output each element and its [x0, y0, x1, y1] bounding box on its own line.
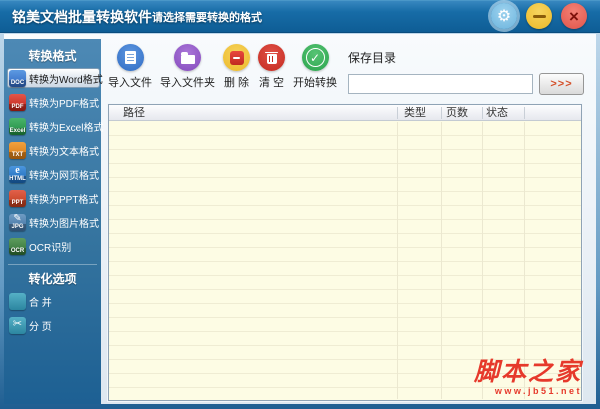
minimize-button[interactable] — [526, 3, 552, 29]
watermark: 脚本之家 www.jb51.net — [474, 359, 582, 396]
title-bar: 铭美文档批量转换软件 请选择需要转换的格式 ⚙ × — [0, 0, 600, 33]
close-button[interactable]: × — [561, 3, 587, 29]
app-title: 铭美文档批量转换软件 — [12, 9, 152, 25]
pdf-icon: PDF — [9, 93, 26, 111]
sidebar-item-label: 转换为文本格式 — [29, 146, 99, 158]
sidebar-item-label: OCR识别 — [29, 242, 72, 254]
sidebar-item-label: 转换为PPT格式 — [29, 194, 99, 206]
watermark-title: 脚本之家 — [473, 357, 582, 386]
check-icon: ✓ — [301, 44, 329, 71]
sidebar-item-split[interactable]: ✂ 分 页 — [8, 315, 100, 335]
minimize-icon — [532, 14, 546, 18]
column-separator — [482, 107, 483, 119]
sidebar-item-merge[interactable]: 合 并 — [8, 291, 100, 311]
sidebar-item-html[interactable]: e HTML 转换为网页格式 — [8, 164, 100, 184]
trash-icon — [258, 44, 285, 71]
txt-icon: TXT — [9, 141, 26, 159]
sidebar-item-label: 转换为网页格式 — [29, 170, 99, 182]
column-grid-line — [441, 122, 442, 399]
html-icon: e HTML — [9, 165, 26, 183]
format-section-title: 转换格式 — [28, 49, 77, 63]
gear-icon: ⚙ — [496, 8, 512, 25]
save-directory-panel: 保存目录 >>> — [348, 49, 584, 95]
sidebar-divider — [8, 264, 97, 265]
settings-button[interactable]: ⚙ — [491, 3, 517, 29]
sidebar-item-label: 转换为图片格式 — [29, 218, 99, 230]
delete-icon — [223, 44, 250, 71]
merge-icon — [9, 292, 26, 310]
import-file-button[interactable]: 导入文件 — [108, 44, 152, 90]
ocr-icon: OCR — [9, 237, 26, 255]
column-header-pages[interactable]: 页数 — [446, 105, 468, 121]
content-area: 转换格式 DOC 转换为Word格式 PDF 转换为PDF格式 Excel 转换… — [4, 34, 596, 404]
sidebar-item-pdf[interactable]: PDF 转换为PDF格式 — [8, 92, 100, 112]
import-file-icon — [116, 44, 144, 71]
delete-button[interactable]: 删 除 — [223, 44, 250, 90]
ppt-icon: PPT — [9, 189, 26, 207]
sidebar-item-label: 合 并 — [29, 297, 52, 309]
column-header-type[interactable]: 类型 — [404, 105, 426, 121]
sidebar-item-word[interactable]: DOC 转换为Word格式 — [7, 68, 103, 88]
sidebar-item-text[interactable]: TXT 转换为文本格式 — [8, 140, 100, 160]
clear-button[interactable]: 清 空 — [258, 44, 285, 90]
main-panel: 导入文件 导入文件夹 删 除 清 空 ✓ 开始转换 保存目录 >>> 路径 类型… — [101, 34, 596, 404]
column-separator — [524, 107, 525, 119]
column-separator — [397, 107, 398, 119]
sidebar-item-label: 转换为Excel格式 — [29, 122, 104, 134]
watermark-url: www.jb51.net — [494, 386, 582, 396]
app-window: 铭美文档批量转换软件 请选择需要转换的格式 ⚙ × 转换格式 DOC 转换为Wo… — [0, 0, 600, 409]
jpg-icon: ✎ JPG — [9, 213, 26, 231]
doc-icon: DOC — [9, 69, 26, 87]
save-directory-label: 保存目录 — [348, 51, 397, 65]
options-section-title: 转化选项 — [28, 272, 77, 286]
column-header-status[interactable]: 状态 — [486, 105, 508, 121]
sidebar-item-ppt[interactable]: PPT 转换为PPT格式 — [8, 188, 100, 208]
sidebar-item-ocr[interactable]: OCR OCR识别 — [8, 236, 100, 256]
sidebar-item-label: 转换为Word格式 — [29, 74, 103, 86]
browse-button[interactable]: >>> — [539, 73, 584, 95]
save-directory-input[interactable] — [348, 74, 533, 94]
window-controls: ⚙ × — [491, 3, 587, 29]
sidebar-item-image[interactable]: ✎ JPG 转换为图片格式 — [8, 212, 100, 232]
toolbar: 导入文件 导入文件夹 删 除 清 空 ✓ 开始转换 — [108, 44, 337, 90]
start-convert-button[interactable]: ✓ 开始转换 — [293, 44, 337, 90]
sidebar-item-excel[interactable]: Excel 转换为Excel格式 — [8, 116, 104, 136]
column-separator — [441, 107, 442, 119]
sidebar-item-label: 分 页 — [29, 321, 52, 333]
import-folder-button[interactable]: 导入文件夹 — [160, 44, 215, 90]
column-header-path[interactable]: 路径 — [123, 105, 145, 121]
app-subtitle: 请选择需要转换的格式 — [152, 12, 262, 24]
table-header: 路径 类型 页数 状态 — [109, 105, 581, 121]
sidebar-item-label: 转换为PDF格式 — [29, 98, 99, 110]
excel-icon: Excel — [9, 117, 26, 135]
close-icon: × — [569, 6, 579, 26]
folder-icon — [174, 44, 201, 71]
scissors-icon: ✂ — [9, 316, 26, 334]
sidebar: 转换格式 DOC 转换为Word格式 PDF 转换为PDF格式 Excel 转换… — [4, 39, 104, 404]
column-grid-line — [397, 122, 398, 399]
